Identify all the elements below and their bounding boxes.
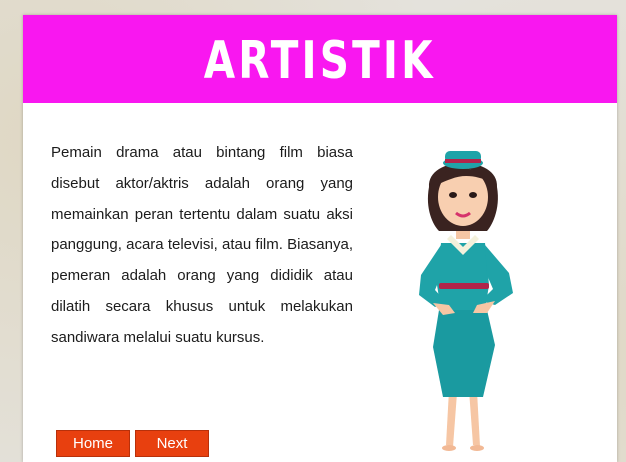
page-title: ARTISTIK (204, 31, 436, 91)
home-button[interactable]: Home (56, 430, 130, 457)
title-banner: ARTISTIK (23, 15, 617, 103)
actress-figure-icon (419, 151, 513, 451)
description-paragraph: Pemain drama atau bintang film biasa dis… (51, 144, 353, 346)
next-button[interactable]: Next (135, 430, 209, 457)
content-card: ARTISTIK Pemain drama atau bintang film … (23, 15, 617, 462)
